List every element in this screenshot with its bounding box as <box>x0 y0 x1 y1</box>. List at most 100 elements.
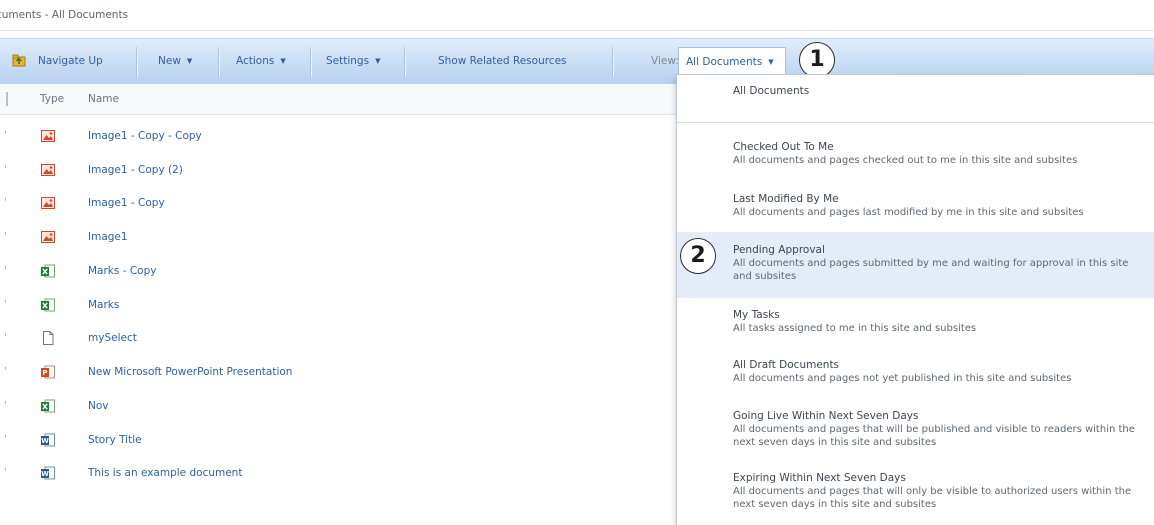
menu-item-my-tasks[interactable]: My Tasks All tasks assigned to me in thi… <box>677 301 1154 349</box>
settings-menu-button[interactable]: Settings ▼ <box>326 55 380 67</box>
menu-item-title: All Draft Documents <box>733 359 840 371</box>
document-name-link[interactable]: New Microsoft PowerPoint Presentation <box>88 366 292 378</box>
navigate-up-button[interactable]: Navigate Up <box>38 55 103 67</box>
row-select-marker[interactable]: ' <box>4 197 7 208</box>
column-header-type[interactable]: Type <box>40 93 64 105</box>
view-selector[interactable]: All Documents ▼ <box>678 47 786 75</box>
row-select-marker[interactable]: ' <box>4 332 7 343</box>
word-icon: W <box>41 433 55 447</box>
window-title-bar: cuments - All Documents <box>0 0 1154 31</box>
table-row[interactable]: ' Image1 - Copy <box>0 187 680 221</box>
menu-item-last-modified-by-me[interactable]: Last Modified By Me All documents and pa… <box>677 187 1154 235</box>
actions-menu-button[interactable]: Actions ▼ <box>236 55 286 67</box>
menu-item-all-documents[interactable]: All Documents <box>677 75 1154 121</box>
menu-item-description: All documents and pages that will only b… <box>733 486 1132 510</box>
column-header-name[interactable]: Name <box>88 93 119 105</box>
new-menu-label: New <box>158 55 181 67</box>
row-select-marker[interactable]: ' <box>4 400 7 411</box>
toolbar-divider <box>612 47 614 77</box>
settings-menu-label: Settings <box>326 55 370 67</box>
chevron-down-icon: ▼ <box>186 57 193 65</box>
chevron-down-icon: ▼ <box>280 57 286 65</box>
show-related-resources-label: Show Related Resources <box>438 55 567 67</box>
document-name-link[interactable]: Marks - Copy <box>88 265 156 277</box>
table-row[interactable]: ' Nov <box>0 390 680 424</box>
navigate-up-label: Navigate Up <box>38 55 103 67</box>
new-menu-button[interactable]: New ▼ <box>158 55 192 67</box>
row-select-marker[interactable]: ' <box>4 299 7 310</box>
table-row[interactable]: ' Image1 - Copy - Copy <box>0 120 680 154</box>
callout-number-2: 2 <box>690 243 706 268</box>
toolbar-divider <box>136 47 138 77</box>
view-dropdown-menu: All Documents Checked Out To Me All docu… <box>676 74 1154 525</box>
menu-item-description: All documents and pages that will be pub… <box>733 424 1135 448</box>
row-select-marker[interactable]: ' <box>4 265 7 276</box>
menu-item-title: Expiring Within Next Seven Days <box>733 472 906 484</box>
table-row[interactable]: ' W Story Title <box>0 424 680 458</box>
row-select-marker[interactable]: ' <box>4 130 7 141</box>
document-name-link[interactable]: Nov <box>88 400 109 412</box>
document-name-link[interactable]: Image1 <box>88 231 128 243</box>
menu-item-checked-out-to-me[interactable]: Checked Out To Me All documents and page… <box>677 135 1154 183</box>
annotation-callout-2: 2 <box>680 238 716 274</box>
menu-item-description: All documents and pages not yet publishe… <box>733 373 1072 384</box>
document-name-link[interactable]: Image1 - Copy (2) <box>88 164 183 176</box>
chevron-down-icon: ▼ <box>375 57 381 65</box>
document-name-link[interactable]: mySelect <box>88 332 137 344</box>
menu-item-title: Going Live Within Next Seven Days <box>733 410 919 422</box>
menu-item-title: My Tasks <box>733 309 780 321</box>
toolbar-divider <box>404 47 406 77</box>
menu-item-title: Last Modified By Me <box>733 193 839 205</box>
picture-icon <box>41 130 55 142</box>
actions-menu-label: Actions <box>236 55 275 67</box>
picture-icon <box>41 164 55 176</box>
document-name-link[interactable]: Image1 - Copy - Copy <box>88 130 202 142</box>
menu-item-title: All Documents <box>733 85 810 97</box>
list-header: Type Name <box>0 84 680 115</box>
show-related-resources-button[interactable]: Show Related Resources <box>438 55 567 67</box>
menu-item-description: All documents and pages submitted by me … <box>733 258 1129 282</box>
menu-item-all-draft-documents[interactable]: All Draft Documents All documents and pa… <box>677 351 1154 399</box>
document-name-link[interactable]: Image1 - Copy <box>88 197 165 209</box>
svg-text:W: W <box>41 437 49 445</box>
row-select-marker[interactable]: ' <box>4 434 7 445</box>
row-select-marker[interactable]: ' <box>4 231 7 242</box>
row-select-marker[interactable]: ' <box>4 467 7 478</box>
menu-item-pending-approval[interactable]: Pending Approval All documents and pages… <box>677 232 1154 298</box>
toolbar-divider <box>218 47 220 77</box>
excel-icon <box>41 298 55 312</box>
svg-text:W: W <box>41 470 49 478</box>
table-row[interactable]: ' Image1 - Copy (2) <box>0 154 680 188</box>
table-row[interactable]: ' Image1 <box>0 221 680 255</box>
menu-item-going-live-within-next-seven-days[interactable]: Going Live Within Next Seven Days All do… <box>677 403 1154 461</box>
table-row[interactable]: ' mySelect <box>0 322 680 356</box>
callout-number-1: 1 <box>809 47 825 72</box>
menu-item-expiring-within-next-seven-days[interactable]: Expiring Within Next Seven Days All docu… <box>677 465 1154 523</box>
excel-icon <box>41 264 55 278</box>
row-select-marker[interactable]: ' <box>4 366 7 377</box>
table-row[interactable]: ' P New Microsoft PowerPoint Presentatio… <box>0 356 680 390</box>
picture-icon <box>41 231 55 243</box>
table-row[interactable]: ' W This is an example document <box>0 457 680 491</box>
svg-text:P: P <box>42 369 47 377</box>
table-row[interactable]: ' Marks <box>0 289 680 323</box>
window-title: cuments - All Documents <box>0 9 129 21</box>
menu-item-description: All tasks assigned to me in this site an… <box>733 323 977 334</box>
menu-divider <box>677 122 1154 123</box>
document-name-link[interactable]: Marks <box>88 299 119 311</box>
document-name-link[interactable]: Story Title <box>88 434 142 446</box>
chevron-down-icon: ▼ <box>768 58 774 66</box>
menu-item-description: All documents and pages checked out to m… <box>733 155 1078 166</box>
word-icon: W <box>41 466 55 480</box>
annotation-callout-1: 1 <box>799 42 835 78</box>
row-select-marker[interactable]: ' <box>4 164 7 175</box>
table-row[interactable]: ' Marks - Copy <box>0 255 680 289</box>
view-label: View: <box>651 55 679 67</box>
column-grip <box>6 92 8 106</box>
blank-document-icon <box>43 331 54 345</box>
navigate-up-icon[interactable] <box>12 53 26 67</box>
menu-item-title: Checked Out To Me <box>733 141 834 153</box>
document-name-link[interactable]: This is an example document <box>88 467 242 479</box>
powerpoint-icon: P <box>41 365 55 379</box>
view-selector-value: All Documents <box>686 56 763 68</box>
